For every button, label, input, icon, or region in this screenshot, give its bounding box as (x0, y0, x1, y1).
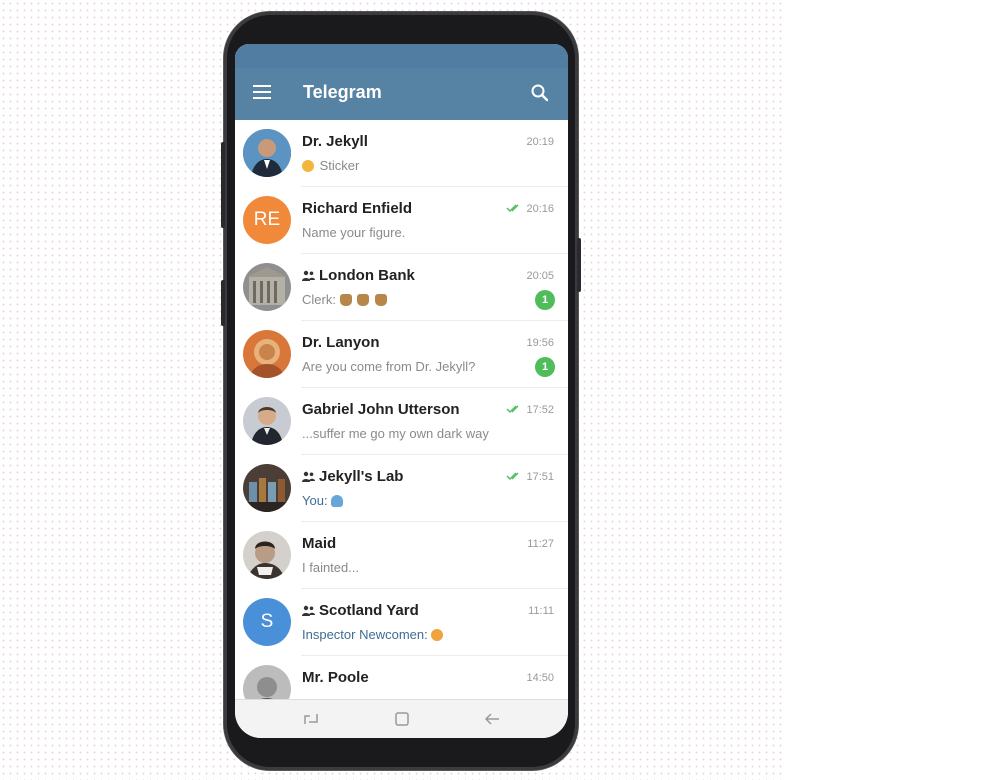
chat-name-text: Scotland Yard (319, 602, 419, 619)
group-icon (302, 605, 315, 616)
chat-row-dr-jekyll[interactable]: Dr. Jekyll 20:19 Sticker (235, 120, 568, 187)
chat-name: Dr. Lanyon (302, 334, 380, 351)
chat-preview: Sticker (302, 158, 359, 173)
home-icon[interactable] (393, 710, 411, 728)
chat-preview: I fainted... (302, 560, 360, 575)
chat-time: 19:56 (526, 337, 554, 349)
chat-name: Mr. Poole (302, 669, 369, 686)
chat-row-richard-enfield[interactable]: RE Richard Enfield 20:16 Name your figur… (235, 187, 568, 254)
chat-name: Maid (302, 535, 337, 552)
chat-time: 11:27 (527, 538, 554, 550)
money-bag-emoji-icon (339, 294, 352, 306)
chat-time: 20:19 (526, 136, 554, 148)
phone-screen: Telegram Dr. Jekyll 20:19 Sticker RE Ric… (235, 44, 568, 738)
chat-preview: Clerk: (302, 292, 389, 307)
status-bar (235, 44, 568, 68)
android-navigation-bar (235, 699, 568, 738)
app-bar: Telegram (235, 68, 568, 120)
chat-preview-sender: You: (302, 493, 332, 508)
avatar-london-bank (243, 263, 291, 311)
chat-name: Dr. Jekyll (302, 133, 368, 150)
chat-preview: Name your figure. (302, 225, 406, 240)
phone-frame: Telegram Dr. Jekyll 20:19 Sticker RE Ric… (221, 12, 581, 770)
chat-name-text: London Bank (319, 267, 415, 284)
chat-preview-sender: Inspector Newcomen: (302, 627, 432, 642)
chat-time: 20:05 (526, 270, 554, 282)
chat-name: Gabriel John Utterson (302, 401, 460, 418)
water-emoji-icon (331, 495, 344, 507)
chat-preview-sender: Clerk: (302, 292, 340, 307)
chat-row-dr-lanyon[interactable]: Dr. Lanyon 19:56 Are you come from Dr. J… (235, 321, 568, 388)
double-check-icon (506, 204, 519, 212)
smile-emoji-icon (431, 629, 444, 641)
chat-row-scotland-yard[interactable]: S Scotland Yard 11:11 Inspector Newcomen… (235, 589, 568, 656)
chat-name-text: Jekyll's Lab (319, 468, 404, 485)
avatar-initials: RE (253, 209, 281, 230)
double-check-icon (506, 405, 519, 413)
sticker-emoji-icon (302, 160, 314, 172)
back-arrow-icon[interactable] (483, 710, 501, 728)
chat-row-london-bank[interactable]: London Bank 20:05 Clerk: 1 (235, 254, 568, 321)
assistant-button (221, 280, 225, 326)
chat-name: Jekyll's Lab (302, 468, 403, 485)
chat-preview: Inspector Newcomen: (302, 627, 445, 642)
chat-time: 20:16 (526, 203, 554, 215)
avatar-gabriel-john-utterson (243, 397, 291, 445)
app-title: Telegram (303, 82, 382, 102)
unread-badge: 1 (535, 357, 555, 377)
chat-preview: You: (302, 493, 345, 508)
chat-name: Scotland Yard (302, 602, 419, 619)
avatar-maid (243, 531, 291, 579)
avatar-dr-jekyll (243, 129, 291, 177)
recent-apps-icon[interactable] (302, 710, 320, 728)
money-bag-emoji-icon (374, 294, 387, 306)
volume-button (221, 142, 225, 228)
hamburger-menu-icon[interactable] (253, 85, 271, 99)
group-icon (302, 471, 315, 482)
chat-preview: Are you come from Dr. Jekyll? (302, 359, 476, 374)
avatar-initials: S (260, 611, 274, 632)
power-button (577, 238, 581, 292)
chat-time: 17:52 (526, 404, 554, 416)
avatar-dr-lanyon (243, 330, 291, 378)
chat-row-maid[interactable]: Maid 11:27 I fainted... (235, 522, 568, 589)
chat-name: Richard Enfield (302, 200, 413, 217)
avatar-richard-enfield: RE (243, 196, 291, 244)
search-icon[interactable] (530, 83, 550, 103)
avatar-scotland-yard: S (243, 598, 291, 646)
chat-row-gabriel-john-utterson[interactable]: Gabriel John Utterson 17:52 ...suffer me… (235, 388, 568, 455)
chat-row-jekylls-lab[interactable]: Jekyll's Lab 17:51 You: (235, 455, 568, 522)
chat-preview: ...suffer me go my own dark way (302, 426, 489, 441)
group-icon (302, 270, 315, 281)
chat-time: 14:50 (526, 672, 554, 684)
avatar-jekylls-lab (243, 464, 291, 512)
chat-list: Dr. Jekyll 20:19 Sticker RE Richard Enfi… (235, 120, 568, 723)
unread-badge: 1 (535, 290, 555, 310)
chat-preview-text: Sticker (319, 158, 360, 173)
chat-time: 11:11 (528, 605, 554, 617)
chat-time: 17:51 (526, 471, 554, 483)
double-check-icon (506, 472, 519, 480)
money-bag-emoji-icon (357, 294, 370, 306)
chat-name: London Bank (302, 267, 415, 284)
